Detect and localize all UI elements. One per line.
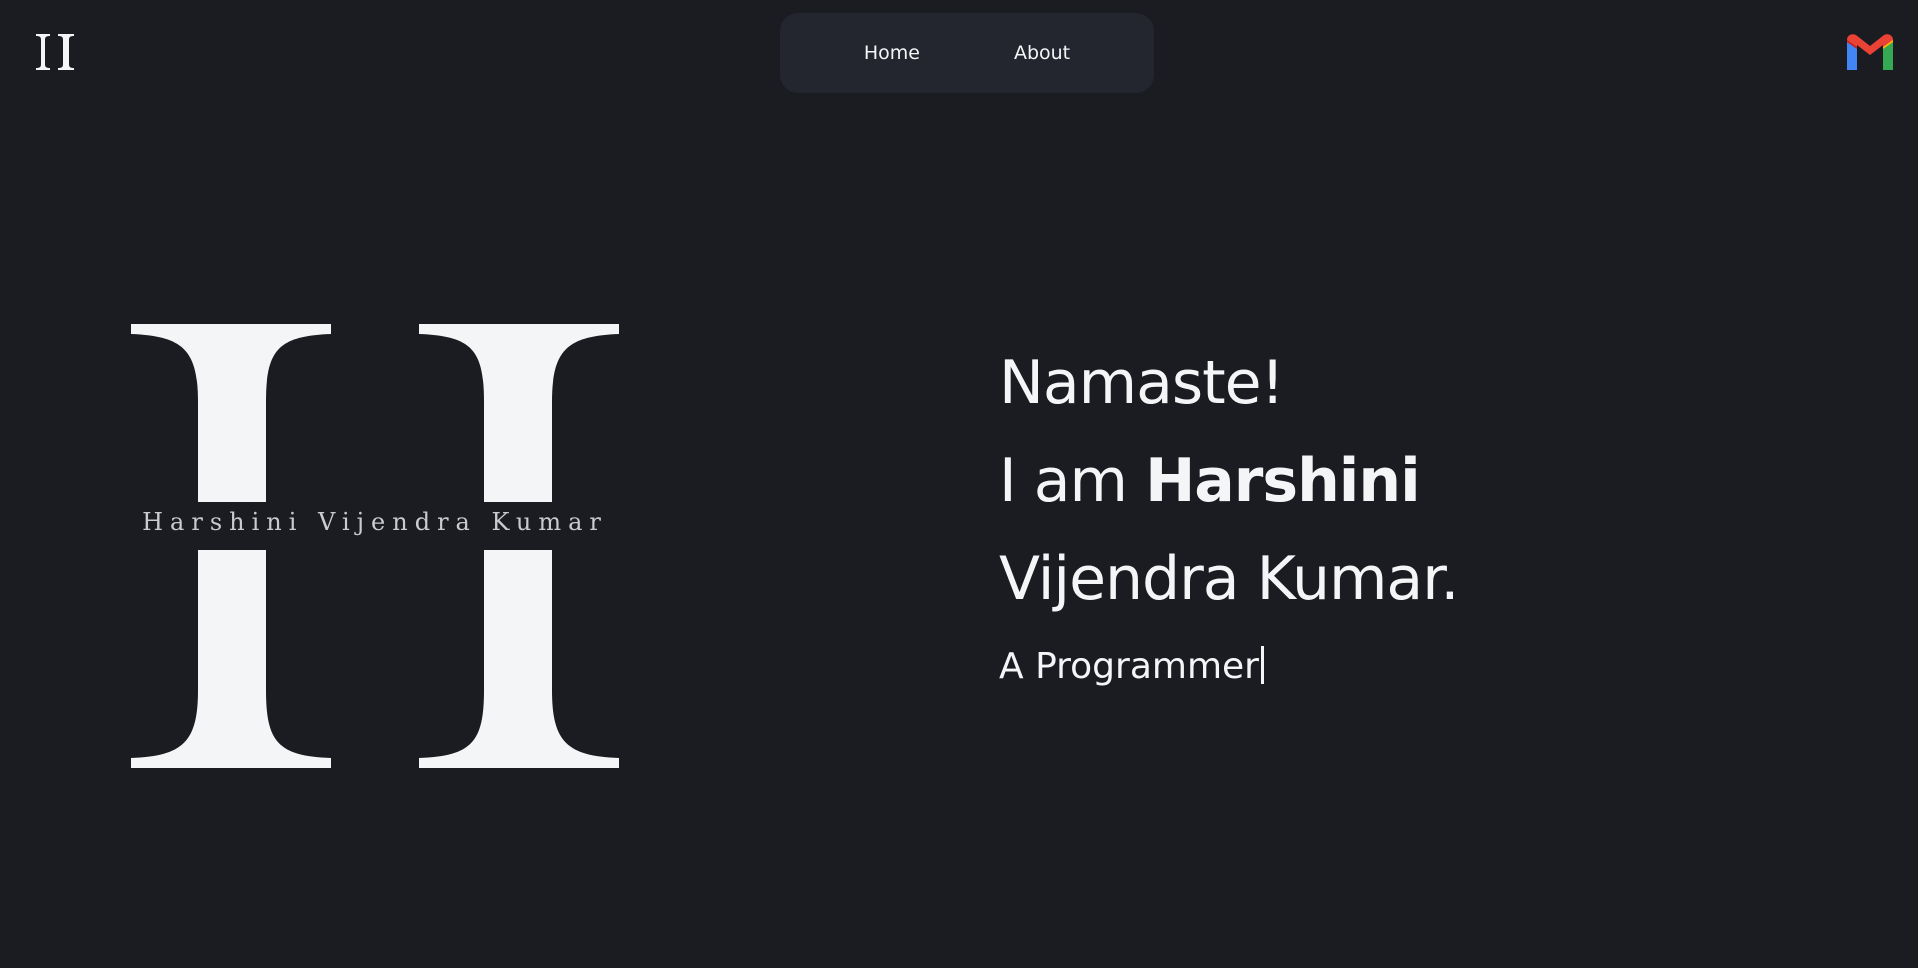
intro-line: I am Harshini — [999, 432, 1819, 530]
hero: Namaste! I am Harshini Vijendra Kumar. A… — [999, 334, 1819, 687]
first-name: Harshini — [1145, 446, 1421, 516]
monogram-icon[interactable] — [32, 28, 80, 76]
nav-item-about[interactable]: About — [1014, 42, 1070, 64]
monogram-logo — [131, 324, 619, 768]
main-nav: Home About — [780, 13, 1154, 93]
intro-prefix: I am — [999, 446, 1146, 516]
typing-cursor — [1260, 646, 1264, 684]
gmail-icon[interactable] — [1844, 32, 1896, 72]
last-name-line: Vijendra Kumar. — [999, 544, 1459, 614]
tagline: A Programmer — [999, 646, 1819, 687]
logo-caption: Harshini Vijendra Kumar — [142, 508, 608, 536]
greeting: Namaste! — [999, 348, 1285, 418]
page: Home About Harshini Vijendra Kumar Namas… — [0, 0, 1918, 968]
nav-item-home[interactable]: Home — [864, 42, 920, 64]
tagline-text: A Programmer — [999, 646, 1259, 687]
